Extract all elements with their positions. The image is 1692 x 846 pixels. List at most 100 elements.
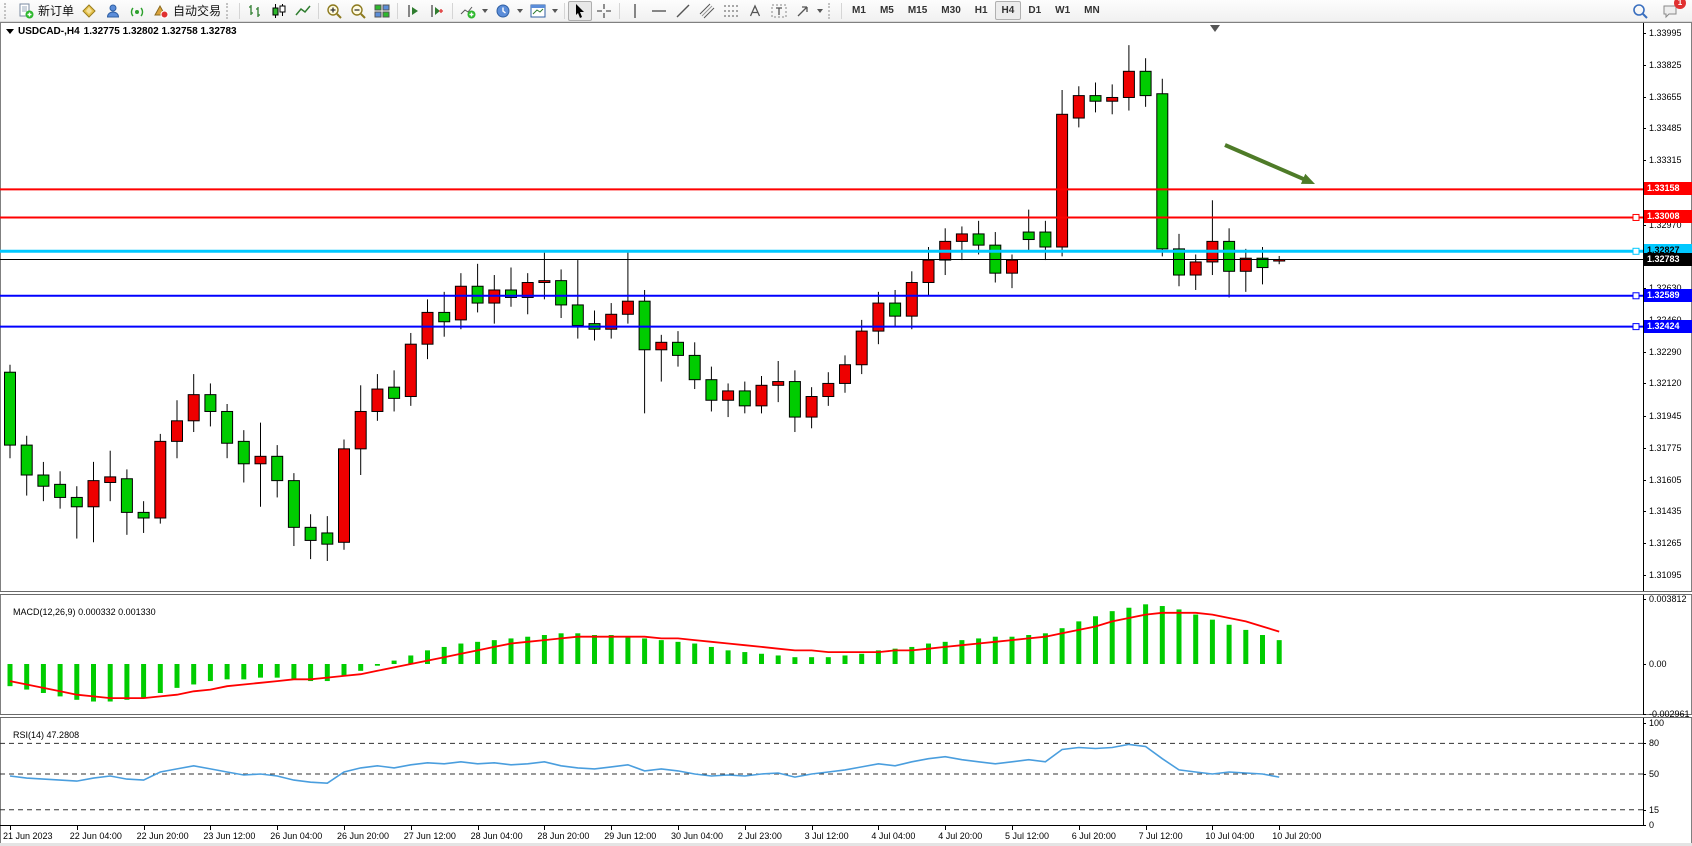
timeframe-h4[interactable]: H4 [995,1,1022,20]
macd-tick-mark [1643,714,1646,715]
crosshair-tool-button[interactable] [592,1,616,21]
macd-tick-mark [1643,664,1646,665]
rsi-tick-mark [1643,774,1646,775]
zoom-out-button[interactable] [346,1,370,21]
horizontal-line-tool-button[interactable] [647,1,671,21]
time-axis[interactable]: 21 Jun 202322 Jun 04:0022 Jun 20:0023 Ju… [0,826,1692,844]
timeframe-mn[interactable]: MN [1077,1,1107,20]
candle-body [1240,258,1251,271]
candle-body [238,441,249,463]
auto-trading-button[interactable]: 自动交易 [149,1,224,21]
price-tick-mark [1643,65,1646,66]
chart-title[interactable]: USDCAD-,H4 1.32775 1.32802 1.32758 1.327… [6,26,237,37]
price-tick-label: 1.31605 [1649,475,1682,485]
profile-button[interactable] [101,1,125,21]
time-tick-mark [1279,826,1280,830]
macd-bar [392,661,397,664]
candle-body [5,372,16,445]
price-tick-mark [1643,225,1646,226]
candle-body [55,484,66,497]
rsi-pane[interactable] [0,718,1692,825]
price-tick-label: 1.31435 [1649,506,1682,516]
line-handle[interactable] [1633,214,1639,220]
gold-diamond-icon [80,2,98,20]
zoom-in-button[interactable] [322,1,346,21]
time-tick-mark [1079,826,1080,830]
notifications-button[interactable]: 1 [1658,1,1682,21]
candle-body [138,512,149,518]
macd-axis[interactable]: 0.0038120.00-0.002961 [1644,595,1692,714]
macd-bar [141,664,146,698]
time-tick-label: 30 Jun 04:00 [671,831,723,841]
time-tick-label: 22 Jun 04:00 [70,831,122,841]
auto-scroll-button[interactable] [401,1,425,21]
cursor-tool-button[interactable] [568,1,592,21]
main-chart-pane[interactable] [0,23,1692,591]
candle-body [188,395,199,421]
bar-chart-button[interactable] [243,1,267,21]
equidistant-channel-tool-button[interactable] [695,1,719,21]
pane-separator[interactable] [0,714,1692,718]
macd-tick-label: 0.00 [1649,659,1667,669]
candle-body [305,527,316,540]
time-tick-label: 22 Jun 20:00 [137,831,189,841]
candle-body [222,411,233,443]
templates-button[interactable] [526,1,561,21]
line-handle[interactable] [1633,293,1639,299]
timeframe-d1[interactable]: D1 [1021,1,1048,20]
indicators-button[interactable] [456,1,491,21]
macd-bar [425,650,430,664]
price-axis[interactable]: 1.339951.338251.336551.334851.333151.331… [1644,23,1692,591]
arrow-annotation[interactable] [1225,145,1307,180]
styler-button[interactable] [77,1,101,21]
candle-body [405,344,416,396]
trendline-tool-button[interactable] [671,1,695,21]
new-order-button[interactable]: 新订单 [14,1,77,21]
timeframe-w1[interactable]: W1 [1048,1,1077,20]
timeframe-m5[interactable]: M5 [873,1,901,20]
tile-windows-button[interactable] [370,1,394,21]
macd-bar [926,644,931,664]
toolbar-drag-handle[interactable] [828,3,835,19]
search-button[interactable] [1628,1,1652,21]
toolbar-drag-handle[interactable] [226,3,233,19]
candle-body [1107,97,1118,101]
signals-button[interactable] [125,1,149,21]
text-tool-button[interactable] [743,1,767,21]
candle-body [906,283,917,317]
text-label-tool-button[interactable] [767,1,791,21]
arrows-tool-button[interactable] [791,1,826,21]
vertical-line-tool-button[interactable] [623,1,647,21]
trendline-icon [674,2,692,20]
candlestick-chart-button[interactable] [267,1,291,21]
chart-shift-icon [428,2,446,20]
candle-body [956,234,967,241]
line-handle[interactable] [1633,324,1639,330]
rsi-axis[interactable]: 1008050150 [1644,718,1692,825]
pane-separator[interactable] [0,591,1692,595]
toolbar-drag-handle[interactable] [4,3,11,19]
candle-body [1140,71,1151,95]
shift-marker-icon[interactable] [1210,25,1220,32]
timeframe-h1[interactable]: H1 [968,1,995,20]
candle-body [455,286,466,320]
price-tick-mark [1643,97,1646,98]
macd-bar [275,664,280,678]
timeframe-m1[interactable]: M1 [845,1,873,20]
line-chart-button[interactable] [291,1,315,21]
line-handle[interactable] [1633,248,1639,254]
time-tick-mark [945,826,946,830]
timeframe-m30[interactable]: M30 [934,1,967,20]
chart-shift-button[interactable] [425,1,449,21]
rsi-label: RSI(14) 47.2808 [8,720,79,740]
time-tick-label: 27 Jun 12:00 [404,831,456,841]
timeframe-m15[interactable]: M15 [901,1,934,20]
fibonacci-tool-button[interactable] [719,1,743,21]
macd-bar [124,664,129,700]
time-tick-mark [611,826,612,830]
macd-pane[interactable] [0,595,1692,714]
price-line-tag-1.33158: 1.33158 [1644,182,1692,195]
time-tick-label: 26 Jun 04:00 [270,831,322,841]
candle-body [422,312,433,344]
periods-button[interactable] [491,1,526,21]
